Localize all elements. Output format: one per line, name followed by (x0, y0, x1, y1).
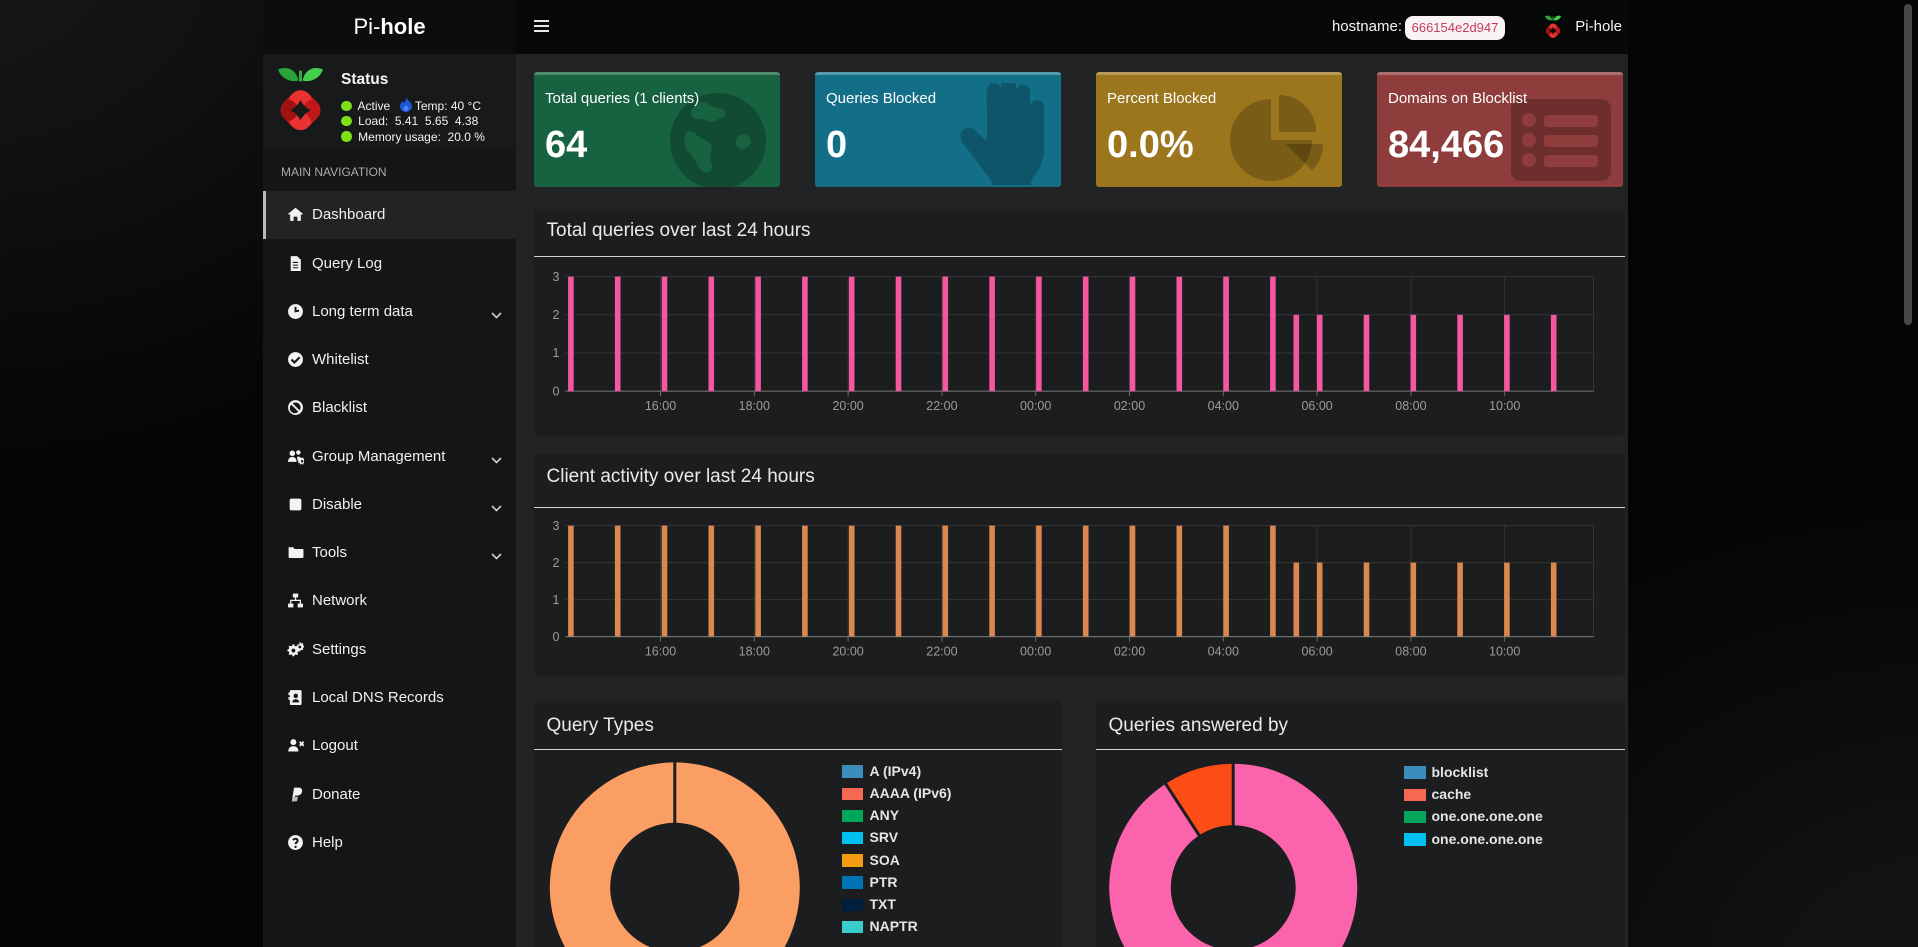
svg-text:1: 1 (552, 347, 559, 361)
svg-text:10:00: 10:00 (1489, 400, 1520, 414)
svg-text:18:00: 18:00 (738, 645, 769, 659)
svg-text:2: 2 (552, 556, 559, 570)
svg-text:06:00: 06:00 (1301, 400, 1332, 414)
svg-text:2: 2 (552, 308, 559, 322)
svg-text:16:00: 16:00 (644, 400, 675, 414)
svg-text:08:00: 08:00 (1395, 645, 1426, 659)
svg-text:10:00: 10:00 (1489, 645, 1520, 659)
svg-text:06:00: 06:00 (1301, 645, 1332, 659)
svg-text:0: 0 (552, 385, 559, 399)
svg-text:02:00: 02:00 (1113, 400, 1144, 414)
svg-text:16:00: 16:00 (644, 645, 675, 659)
svg-text:22:00: 22:00 (926, 645, 957, 659)
svg-text:1: 1 (552, 593, 559, 607)
svg-text:04:00: 04:00 (1207, 400, 1238, 414)
svg-text:02:00: 02:00 (1113, 645, 1144, 659)
svg-text:3: 3 (552, 270, 559, 284)
svg-text:22:00: 22:00 (926, 400, 957, 414)
svg-text:00:00: 00:00 (1020, 645, 1051, 659)
svg-text:08:00: 08:00 (1395, 400, 1426, 414)
svg-text:3: 3 (552, 519, 559, 533)
svg-text:20:00: 20:00 (832, 645, 863, 659)
svg-text:20:00: 20:00 (832, 400, 863, 414)
svg-text:00:00: 00:00 (1020, 400, 1051, 414)
svg-text:0: 0 (552, 630, 559, 644)
svg-text:04:00: 04:00 (1207, 645, 1238, 659)
svg-text:18:00: 18:00 (738, 400, 769, 414)
